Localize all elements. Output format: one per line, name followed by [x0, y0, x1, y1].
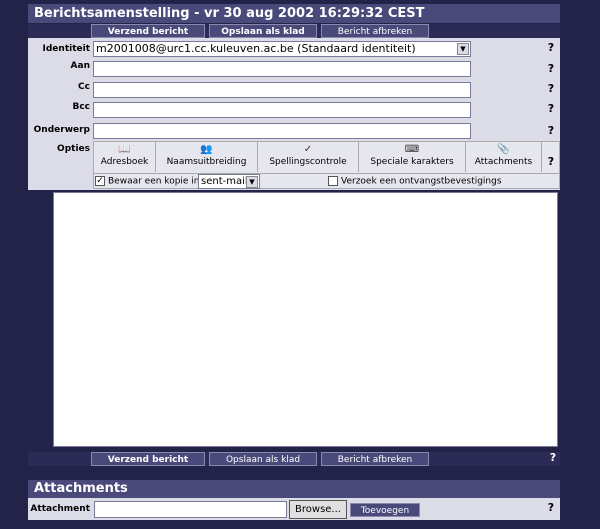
folder-select[interactable]: sent-mail ▼ [198, 174, 260, 189]
spellcheck-icon: ✓ [303, 144, 313, 155]
page-title: Berichtsamenstelling - vr 30 aug 2002 16… [28, 4, 560, 23]
identity-value: m2001008@urc1.cc.kuleuven.ac.be (Standaa… [96, 42, 416, 55]
identity-select[interactable]: m2001008@urc1.cc.kuleuven.ac.be (Standaa… [93, 41, 471, 57]
help-icon[interactable]: ? [546, 102, 556, 115]
toolbar-bottom: Verzend bericht Opslaan als klad Bericht… [28, 452, 560, 466]
special-characters-icon: ⌨ [404, 144, 420, 155]
browse-button[interactable]: Browse... [289, 500, 347, 519]
receipt-checkbox[interactable] [328, 176, 338, 186]
chevron-down-icon[interactable]: ▼ [246, 176, 258, 188]
toolbar-top: Verzend bericht Opslaan als klad Bericht… [28, 24, 560, 38]
to-label: Aan [70, 61, 90, 71]
keep-copy-option: ✓ Bewaar een kopie in [95, 176, 200, 187]
save-draft-button[interactable]: Opslaan als klad [209, 452, 317, 466]
message-body-textarea[interactable] [53, 192, 558, 447]
save-draft-button[interactable]: Opslaan als klad [209, 24, 317, 38]
divider [94, 173, 560, 174]
bcc-field[interactable] [93, 102, 471, 118]
to-field[interactable] [93, 61, 471, 77]
address-book-icon: 📖 [118, 144, 131, 155]
attachment-label: Attachment [30, 504, 90, 514]
bcc-label: Bcc [72, 102, 90, 112]
help-icon[interactable]: ? [546, 124, 556, 137]
help-icon[interactable]: ? [546, 82, 556, 95]
help-icon[interactable]: ? [546, 155, 556, 168]
spellcheck-button[interactable]: ✓ Spellingscontrole [258, 142, 359, 172]
cancel-button[interactable]: Bericht afbreken [321, 24, 429, 38]
help-icon[interactable]: ? [546, 41, 556, 54]
attachments-button[interactable]: 📎 Attachments [466, 142, 542, 172]
add-attachment-button[interactable]: Toevoegen [350, 503, 420, 517]
subject-field[interactable] [93, 123, 471, 139]
help-icon[interactable]: ? [546, 62, 556, 75]
keep-copy-checkbox[interactable]: ✓ [95, 176, 105, 186]
subject-label: Onderwerp [33, 125, 90, 135]
send-button[interactable]: Verzend bericht [91, 452, 205, 466]
attachments-title: Attachments [28, 480, 560, 498]
cc-label: Cc [78, 82, 90, 92]
name-expansion-icon: 👥 [200, 144, 213, 155]
name-expansion-button[interactable]: 👥 Naamsuitbreiding [156, 142, 258, 172]
attachment-file-input[interactable] [94, 501, 287, 518]
options-label: Opties [57, 144, 90, 154]
cc-field[interactable] [93, 82, 471, 98]
identity-label: Identiteit [42, 44, 90, 54]
special-characters-button[interactable]: ⌨ Speciale karakters [359, 142, 466, 172]
chevron-down-icon[interactable]: ▼ [457, 43, 469, 55]
help-icon[interactable]: ? [548, 451, 558, 464]
address-book-button[interactable]: 📖 Adresboek [94, 142, 156, 172]
send-button[interactable]: Verzend bericht [91, 24, 205, 38]
receipt-option: Verzoek een ontvangstbevestigings [328, 176, 502, 187]
help-icon[interactable]: ? [546, 501, 556, 514]
cancel-button[interactable]: Bericht afbreken [321, 452, 429, 466]
paperclip-icon: 📎 [497, 144, 510, 155]
